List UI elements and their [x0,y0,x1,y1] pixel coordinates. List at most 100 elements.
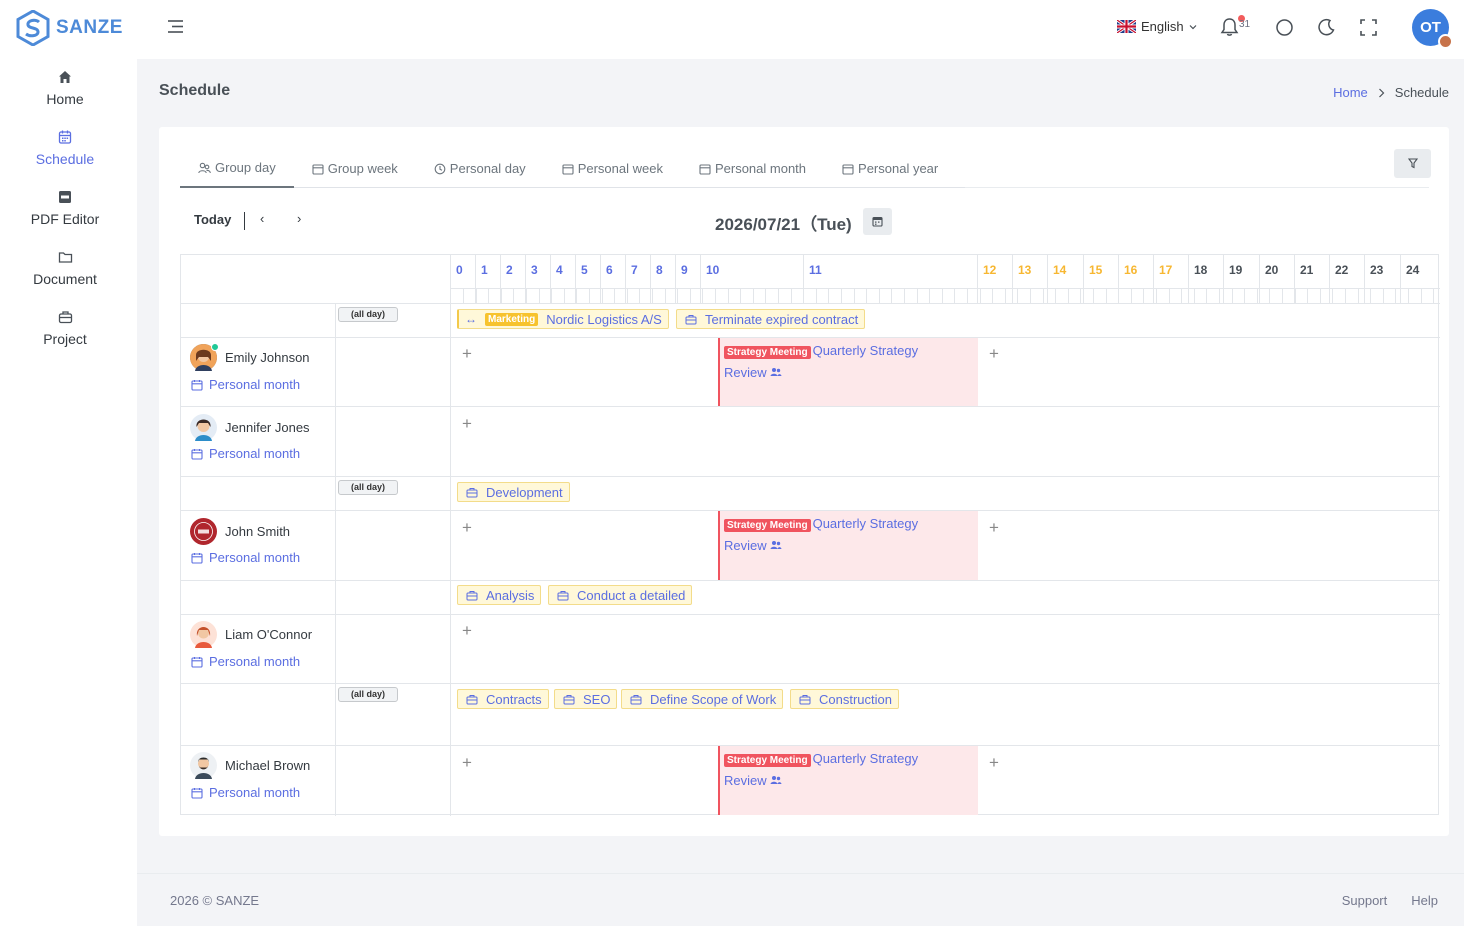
add-event-button[interactable]: + [462,753,472,773]
language-selector[interactable]: English [1117,19,1197,34]
task-conduct-detailed[interactable]: Conduct a detailed [548,585,693,605]
tab-group-week[interactable]: Group week [294,149,416,188]
personal-month-link[interactable]: Personal month [191,785,300,800]
user-avatar[interactable]: OT [1412,9,1453,49]
hour-tick [665,288,666,303]
sidebar-item-home[interactable]: Home [0,69,130,107]
hour-divider [1012,255,1013,303]
menu-toggle-icon[interactable] [167,19,184,34]
task-seo[interactable]: SEO [554,689,618,709]
task-development[interactable]: Development [457,482,570,502]
hour-tick [992,288,993,303]
add-event-button[interactable]: + [462,518,472,538]
hour-label: 8 [656,263,663,277]
meeting-block[interactable]: Strategy Meeting Quarterly Strategy Revie… [718,338,978,406]
meeting-block[interactable]: Strategy Meeting Quarterly Strategy Revie… [718,746,978,815]
briefcase-icon [466,694,478,704]
personal-month-link[interactable]: Personal month [191,377,300,392]
topbar: English 31 OT [137,0,1464,59]
theme-contrast-icon[interactable] [1275,18,1294,37]
support-link[interactable]: Support [1342,893,1388,908]
clock-icon [434,163,446,174]
prev-day-button[interactable]: ‹ [260,211,264,226]
meeting-tag: Strategy Meeting [724,346,811,359]
personal-month-link[interactable]: Personal month [191,654,300,669]
tab-label: Group day [215,160,276,175]
filter-button[interactable] [1394,149,1431,178]
grid-row-divider [181,580,1440,581]
brand-name: SANZE [56,17,123,38]
hour-tick [879,288,880,303]
hour-tick [1206,288,1207,303]
meeting-title: Quarterly Strategy [812,751,919,766]
grid-half-divider [450,288,1440,289]
view-tabs: Group day Group week Personal day Person… [180,149,965,188]
hour-tick [1030,288,1031,303]
task-marketing[interactable]: ↔ Marketing Nordic Logistics A/S [457,309,669,329]
person-michael-brown: Michael Brown [190,752,310,779]
help-link[interactable]: Help [1411,893,1438,908]
meeting-block[interactable]: Strategy Meeting Quarterly Strategy Revie… [718,511,978,580]
sidebar-item-project[interactable]: Project [0,309,130,347]
avatar [190,343,219,371]
date-picker-button[interactable] [863,208,892,235]
breadcrumb-home-link[interactable]: Home [1333,85,1368,100]
hour-tick [740,288,741,303]
task-define-scope[interactable]: Define Scope of Work [621,689,784,709]
task-contracts[interactable]: Contracts [457,689,549,709]
hour-tick [1433,288,1434,303]
add-event-button[interactable]: + [462,621,472,641]
hour-tick [904,288,905,303]
avatar-badge [1438,34,1453,49]
people-icon [770,541,782,549]
tab-group-day[interactable]: Group day [180,149,294,188]
add-event-button[interactable]: + [989,344,999,364]
hour-tick [702,288,703,303]
hour-tick [891,288,892,303]
user-initials: OT [1420,19,1441,36]
tab-personal-week[interactable]: Personal week [544,149,681,188]
task-title: Construction [819,691,892,707]
calendar-icon [842,163,854,175]
person-liam-oconnor: Liam O'Connor [190,621,312,648]
add-event-button[interactable]: + [989,753,999,773]
brand-logo[interactable]: SANZE [16,10,123,46]
sidebar-item-label: PDF Editor [30,211,100,227]
calendar-icon [562,163,574,175]
fullscreen-icon[interactable] [1360,19,1377,36]
hour-label: 17 [1159,263,1173,277]
task-analysis[interactable]: Analysis [457,585,542,605]
today-button[interactable]: Today [194,212,231,227]
avatar [190,621,217,648]
briefcase-icon [685,314,697,324]
task-construction[interactable]: Construction [790,689,899,709]
sidebar-item-pdf-editor[interactable]: PDF Editor [0,189,130,227]
add-event-button[interactable]: + [989,518,999,538]
task-terminate-contract[interactable]: Terminate expired contract [676,309,866,329]
add-event-button[interactable]: + [462,344,472,364]
hour-tick [1307,288,1308,303]
tab-personal-day[interactable]: Personal day [416,149,544,188]
sidebar-item-schedule[interactable]: Schedule [0,129,130,167]
uk-flag-icon [1117,20,1136,33]
hour-tick [1395,288,1396,303]
personal-month-link[interactable]: Personal month [191,550,300,565]
bell-icon[interactable] [1220,17,1239,37]
next-day-button[interactable]: › [297,211,301,226]
hour-tick [1358,288,1359,303]
hour-tick [1017,288,1018,303]
allday-label: (all day) [338,480,398,495]
breadcrumb: Home Schedule [1333,85,1449,100]
moon-icon[interactable] [1317,18,1336,37]
calendar-icon [312,163,324,175]
personal-month-link[interactable]: Personal month [191,446,300,461]
add-event-button[interactable]: + [462,414,472,434]
sidebar-item-document[interactable]: Document [0,249,130,287]
tab-personal-month[interactable]: Personal month [681,149,824,188]
notification-count: 31 [1239,19,1251,30]
tab-personal-year[interactable]: Personal year [824,149,956,188]
hour-tick [1332,288,1333,303]
tab-label: Personal day [449,161,526,176]
hour-divider [1259,255,1260,303]
grid-row-divider [181,614,1440,615]
